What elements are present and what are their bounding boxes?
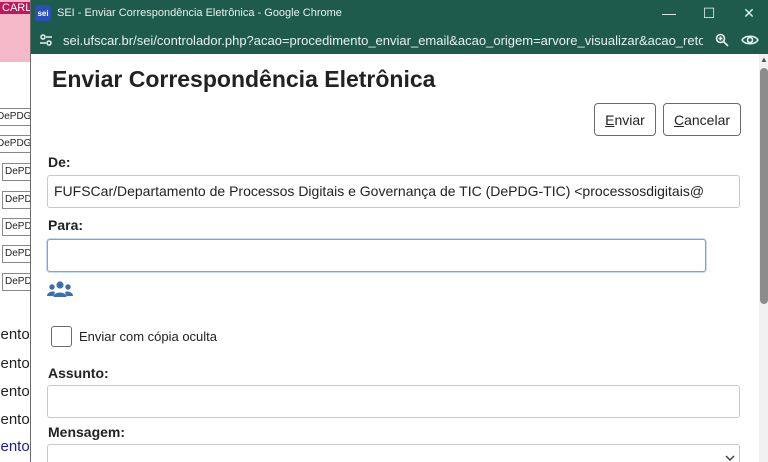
subject-label: Assunto: [48, 365, 109, 381]
background-text: mento [0, 383, 30, 400]
background-text: mento [0, 411, 30, 428]
background-link[interactable]: mento [0, 438, 30, 455]
to-label: Para: [48, 217, 84, 233]
address-bar: sei.ufscar.br/sei/controlador.php?acao=p… [31, 26, 768, 54]
maximize-button[interactable]: ☐ [689, 0, 729, 26]
window-controls: — ☐ ✕ [649, 0, 768, 26]
from-label: De: [48, 154, 71, 170]
close-button[interactable]: ✕ [729, 0, 768, 26]
subject-input[interactable] [47, 385, 740, 418]
window-title: SEI - Enviar Correspondência Eletrônica … [57, 7, 342, 19]
to-input[interactable] [47, 239, 706, 272]
url-text[interactable]: sei.ufscar.br/sei/controlador.php?acao=p… [63, 33, 703, 48]
page-content: Enviar Correspondência Eletrônica Enviar… [31, 54, 768, 462]
zoom-icon[interactable] [713, 31, 731, 49]
eye-icon[interactable] [741, 31, 759, 49]
chevron-down-icon[interactable] [725, 454, 735, 462]
page-title: Enviar Correspondência Eletrônica [52, 66, 436, 92]
background-button[interactable]: DePDG [0, 108, 34, 126]
message-label: Mensagem: [48, 424, 126, 440]
contact-groups-icon[interactable] [47, 280, 73, 298]
scrollbar[interactable]: ▲ [759, 54, 768, 462]
sei-app-icon: sei [35, 5, 51, 21]
bcc-checkbox[interactable] [51, 326, 72, 347]
cancel-mnemonic: C [673, 111, 685, 128]
title-bar: sei SEI - Enviar Correspondência Eletrôn… [31, 0, 768, 26]
scroll-up-arrow[interactable]: ▲ [760, 56, 768, 64]
popup-window: sei SEI - Enviar Correspondência Eletrôn… [30, 0, 768, 462]
scrollbar-thumb[interactable] [760, 68, 768, 304]
background-text: mento [0, 326, 30, 343]
background-button[interactable]: DePDG [0, 135, 34, 153]
minimize-button[interactable]: — [649, 0, 689, 26]
cancel-button[interactable]: Cancelar [663, 103, 741, 136]
from-field[interactable]: FUFSCar/Departamento de Processos Digita… [47, 175, 740, 208]
send-label: nviar [614, 111, 645, 128]
screen: CARLO DePDG DePDG DePDG DePDG DePDG DePD… [0, 0, 768, 462]
background-text: mento [0, 355, 30, 372]
cancel-label: ancelar [684, 111, 731, 128]
send-button[interactable]: Enviar [594, 103, 656, 136]
message-template-select[interactable] [47, 444, 740, 462]
bcc-label: Enviar com cópia oculta [79, 329, 218, 344]
send-mnemonic: E [605, 111, 615, 128]
site-info-icon[interactable] [37, 31, 55, 49]
